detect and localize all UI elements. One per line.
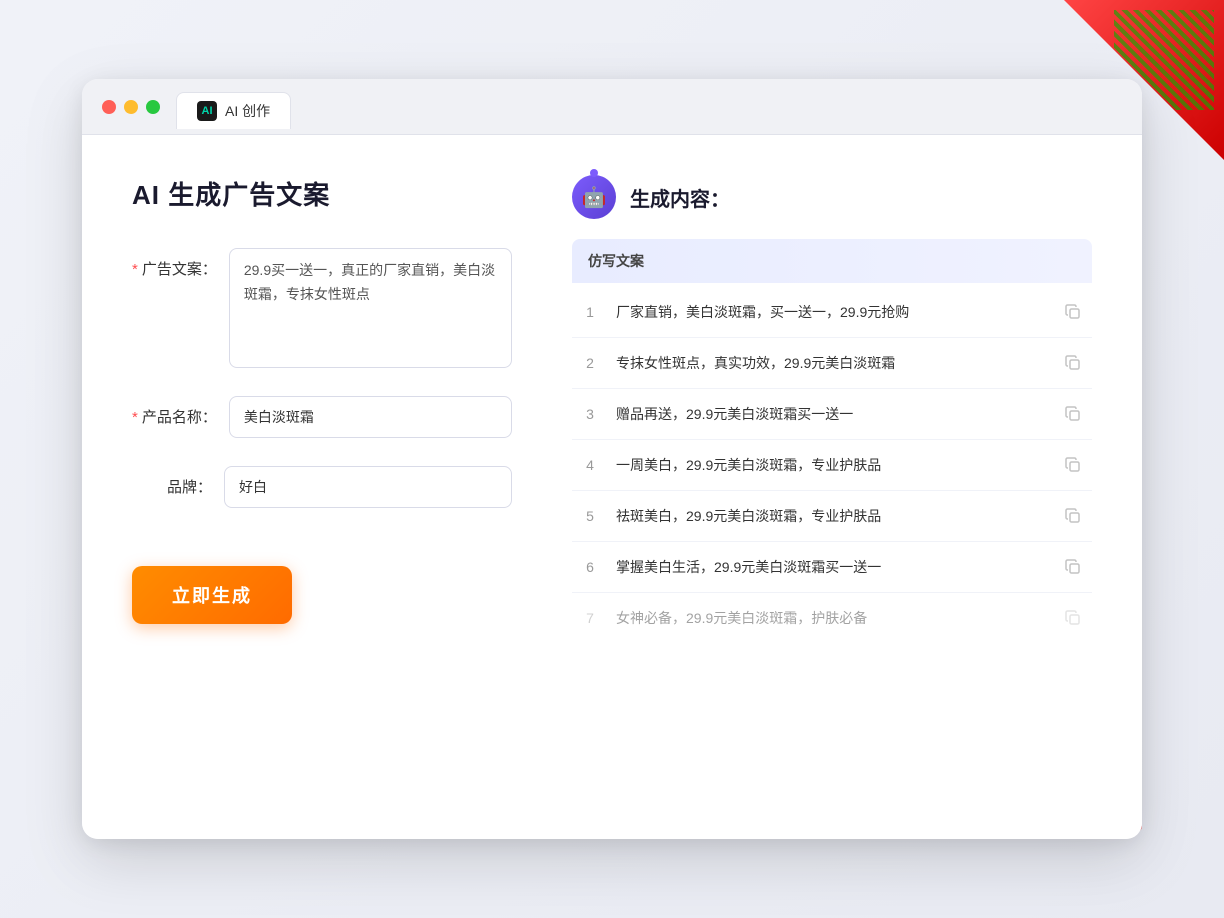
generate-button[interactable]: 立即生成 xyxy=(132,566,292,624)
tab-icon: AI xyxy=(197,101,217,121)
results-list: 1 厂家直销，美白淡斑霜，买一送一，29.9元抢购 2 专抹女性斑点，真实功效，… xyxy=(572,287,1092,643)
table-row: 2 专抹女性斑点，真实功效，29.9元美白淡斑霜 xyxy=(572,338,1092,389)
left-panel: AI 生成广告文案 *广告文案： 29.9买一送一，真正的厂家直销，美白淡斑霜，… xyxy=(132,175,512,799)
main-content: AI 生成广告文案 *广告文案： 29.9买一送一，真正的厂家直销，美白淡斑霜，… xyxy=(82,135,1142,839)
traffic-light-yellow[interactable] xyxy=(124,100,138,114)
traffic-light-red[interactable] xyxy=(102,100,116,114)
ad-copy-label: *广告文案： xyxy=(132,248,217,279)
brand-label: 品牌： xyxy=(132,466,212,497)
row-text: 一周美白，29.9元美白淡斑霜，专业护肤品 xyxy=(616,455,1046,476)
browser-window: AI AI 创作 AI 生成广告文案 *广告文案： 29.9买一送一，真正的厂家… xyxy=(82,79,1142,839)
table-row: 1 厂家直销，美白淡斑霜，买一送一，29.9元抢购 xyxy=(572,287,1092,338)
copy-icon[interactable] xyxy=(1062,607,1084,629)
row-number: 3 xyxy=(580,406,600,422)
copy-icon[interactable] xyxy=(1062,301,1084,323)
title-bar: AI AI 创作 xyxy=(82,79,1142,135)
table-row: 4 一周美白，29.9元美白淡斑霜，专业护肤品 xyxy=(572,440,1092,491)
right-panel: 🤖 生成内容： 仿写文案 1 厂家直销，美白淡斑霜，买一送一，29.9元抢购 2… xyxy=(572,175,1092,799)
brand-input[interactable] xyxy=(224,466,512,508)
form-group-brand: 品牌： xyxy=(132,466,512,508)
table-row: 5 祛斑美白，29.9元美白淡斑霜，专业护肤品 xyxy=(572,491,1092,542)
result-title: 生成内容： xyxy=(630,183,730,212)
row-number: 7 xyxy=(580,610,600,626)
table-row: 3 赠品再送，29.9元美白淡斑霜买一送一 xyxy=(572,389,1092,440)
row-text: 女神必备，29.9元美白淡斑霜，护肤必备 xyxy=(616,608,1046,629)
row-number: 2 xyxy=(580,355,600,371)
required-star-1: * xyxy=(132,261,138,278)
required-star-2: * xyxy=(132,409,138,426)
copy-icon[interactable] xyxy=(1062,403,1084,425)
table-row: 7 女神必备，29.9元美白淡斑霜，护肤必备 xyxy=(572,593,1092,643)
copy-icon[interactable] xyxy=(1062,505,1084,527)
traffic-lights xyxy=(102,100,160,114)
row-text: 掌握美白生活，29.9元美白淡斑霜买一送一 xyxy=(616,557,1046,578)
copy-icon[interactable] xyxy=(1062,556,1084,578)
row-number: 4 xyxy=(580,457,600,473)
row-text: 专抹女性斑点，真实功效，29.9元美白淡斑霜 xyxy=(616,353,1046,374)
form-group-ad-copy: *广告文案： 29.9买一送一，真正的厂家直销，美白淡斑霜，专抹女性斑点 xyxy=(132,248,512,368)
row-text: 祛斑美白，29.9元美白淡斑霜，专业护肤品 xyxy=(616,506,1046,527)
row-text: 赠品再送，29.9元美白淡斑霜买一送一 xyxy=(616,404,1046,425)
product-name-label: *产品名称： xyxy=(132,396,217,427)
table-row: 6 掌握美白生活，29.9元美白淡斑霜买一送一 xyxy=(572,542,1092,593)
ad-copy-textarea[interactable]: 29.9买一送一，真正的厂家直销，美白淡斑霜，专抹女性斑点 xyxy=(229,248,512,368)
table-header: 仿写文案 xyxy=(572,239,1092,283)
row-text: 厂家直销，美白淡斑霜，买一送一，29.9元抢购 xyxy=(616,302,1046,323)
page-title: AI 生成广告文案 xyxy=(132,175,512,212)
robot-icon: 🤖 xyxy=(572,175,616,219)
tab-label: AI 创作 xyxy=(225,101,270,121)
form-group-product-name: *产品名称： xyxy=(132,396,512,438)
result-header: 🤖 生成内容： xyxy=(572,175,1092,219)
row-number: 6 xyxy=(580,559,600,575)
copy-icon[interactable] xyxy=(1062,454,1084,476)
row-number: 1 xyxy=(580,304,600,320)
traffic-light-green[interactable] xyxy=(146,100,160,114)
tab-ai-creation[interactable]: AI AI 创作 xyxy=(176,92,291,129)
copy-icon[interactable] xyxy=(1062,352,1084,374)
row-number: 5 xyxy=(580,508,600,524)
robot-face: 🤖 xyxy=(582,185,607,210)
product-name-input[interactable] xyxy=(229,396,512,438)
